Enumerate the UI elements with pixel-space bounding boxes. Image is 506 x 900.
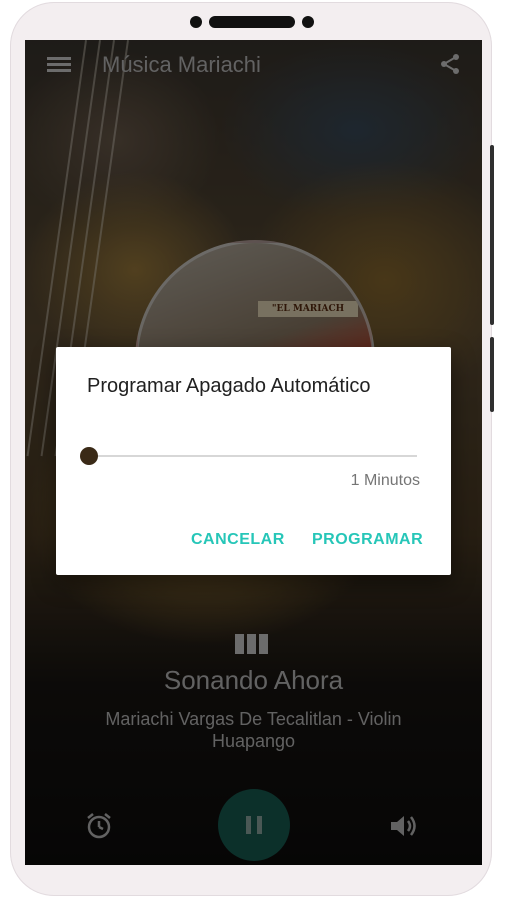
front-camera (190, 16, 202, 28)
dialog-title: Programar Apagado Automático (87, 375, 371, 397)
timer-slider-thumb[interactable] (80, 447, 98, 465)
program-button[interactable]: PROGRAMAR (312, 531, 423, 549)
power-side-button (490, 145, 494, 325)
front-sensor (302, 16, 314, 28)
cancel-button[interactable]: CANCELAR (191, 531, 285, 549)
timer-slider-track[interactable] (89, 455, 417, 457)
volume-side-button (490, 337, 494, 412)
timer-value-label: 1 Minutos (350, 472, 420, 489)
earpiece-speaker (209, 16, 295, 28)
sleep-timer-dialog: Programar Apagado Automático 1 Minutos C… (56, 347, 451, 575)
